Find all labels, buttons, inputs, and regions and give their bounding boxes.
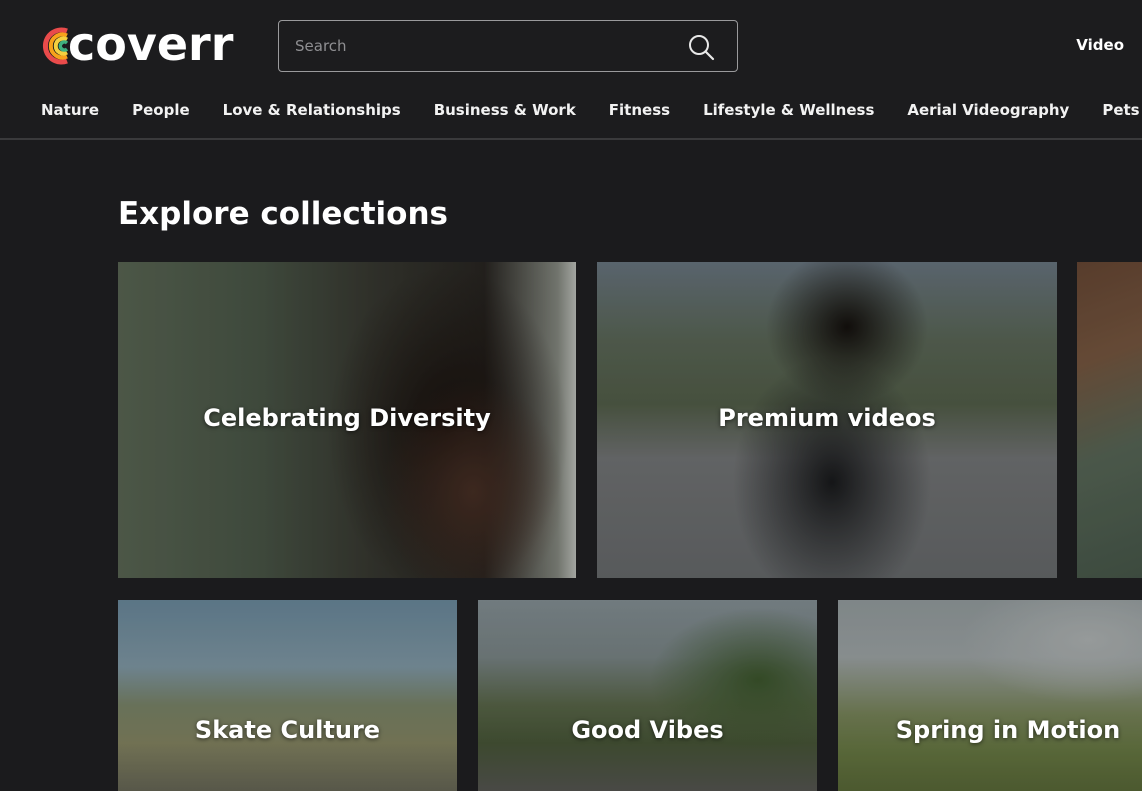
- search-box: [278, 20, 738, 72]
- category-nav: Nature People Love & Relationships Busin…: [41, 98, 1142, 122]
- collection-title: Good Vibes: [571, 716, 724, 744]
- collection-title: Skate Culture: [194, 716, 381, 744]
- coverr-logo[interactable]: coverr: [41, 20, 233, 72]
- nav-video-link[interactable]: Video: [1076, 36, 1124, 54]
- collection-title: Celebrating Diversity: [203, 404, 491, 432]
- collection-card-good-vibes[interactable]: Good Vibes: [478, 600, 817, 791]
- category-lifestyle-wellness[interactable]: Lifestyle & Wellness: [703, 98, 874, 122]
- thumbnail-overlay: [478, 600, 817, 791]
- collection-card-spring-in-motion[interactable]: Spring in Motion: [838, 600, 1142, 791]
- section-title: Explore collections: [118, 196, 448, 232]
- category-pets-animals[interactable]: Pets & Animals: [1102, 98, 1142, 122]
- page: coverr Video Nature People Love & Relati…: [0, 0, 1142, 791]
- search-input[interactable]: [295, 21, 675, 71]
- collection-card-partial[interactable]: [1077, 262, 1142, 578]
- collection-card-celebrating-diversity[interactable]: Celebrating Diversity: [118, 262, 576, 578]
- thumbnail-overlay: [1077, 262, 1142, 578]
- category-nature[interactable]: Nature: [41, 98, 99, 122]
- collection-title: Spring in Motion: [895, 716, 1121, 744]
- search-icon[interactable]: [687, 33, 715, 61]
- category-people[interactable]: People: [132, 98, 190, 122]
- category-business-work[interactable]: Business & Work: [434, 98, 576, 122]
- thumbnail-overlay: [838, 600, 1142, 791]
- logo-rainbow-icon: [43, 27, 69, 65]
- site-header: coverr Video Nature People Love & Relati…: [0, 0, 1142, 140]
- category-love-relationships[interactable]: Love & Relationships: [223, 98, 401, 122]
- category-aerial-videography[interactable]: Aerial Videography: [907, 98, 1069, 122]
- collection-card-premium-videos[interactable]: Premium videos: [597, 262, 1057, 578]
- collection-card-skate-culture[interactable]: Skate Culture: [118, 600, 457, 791]
- thumbnail-overlay: [118, 600, 457, 791]
- logo-wordmark: coverr: [68, 17, 234, 71]
- collection-title: Premium videos: [718, 404, 936, 432]
- category-fitness[interactable]: Fitness: [609, 98, 670, 122]
